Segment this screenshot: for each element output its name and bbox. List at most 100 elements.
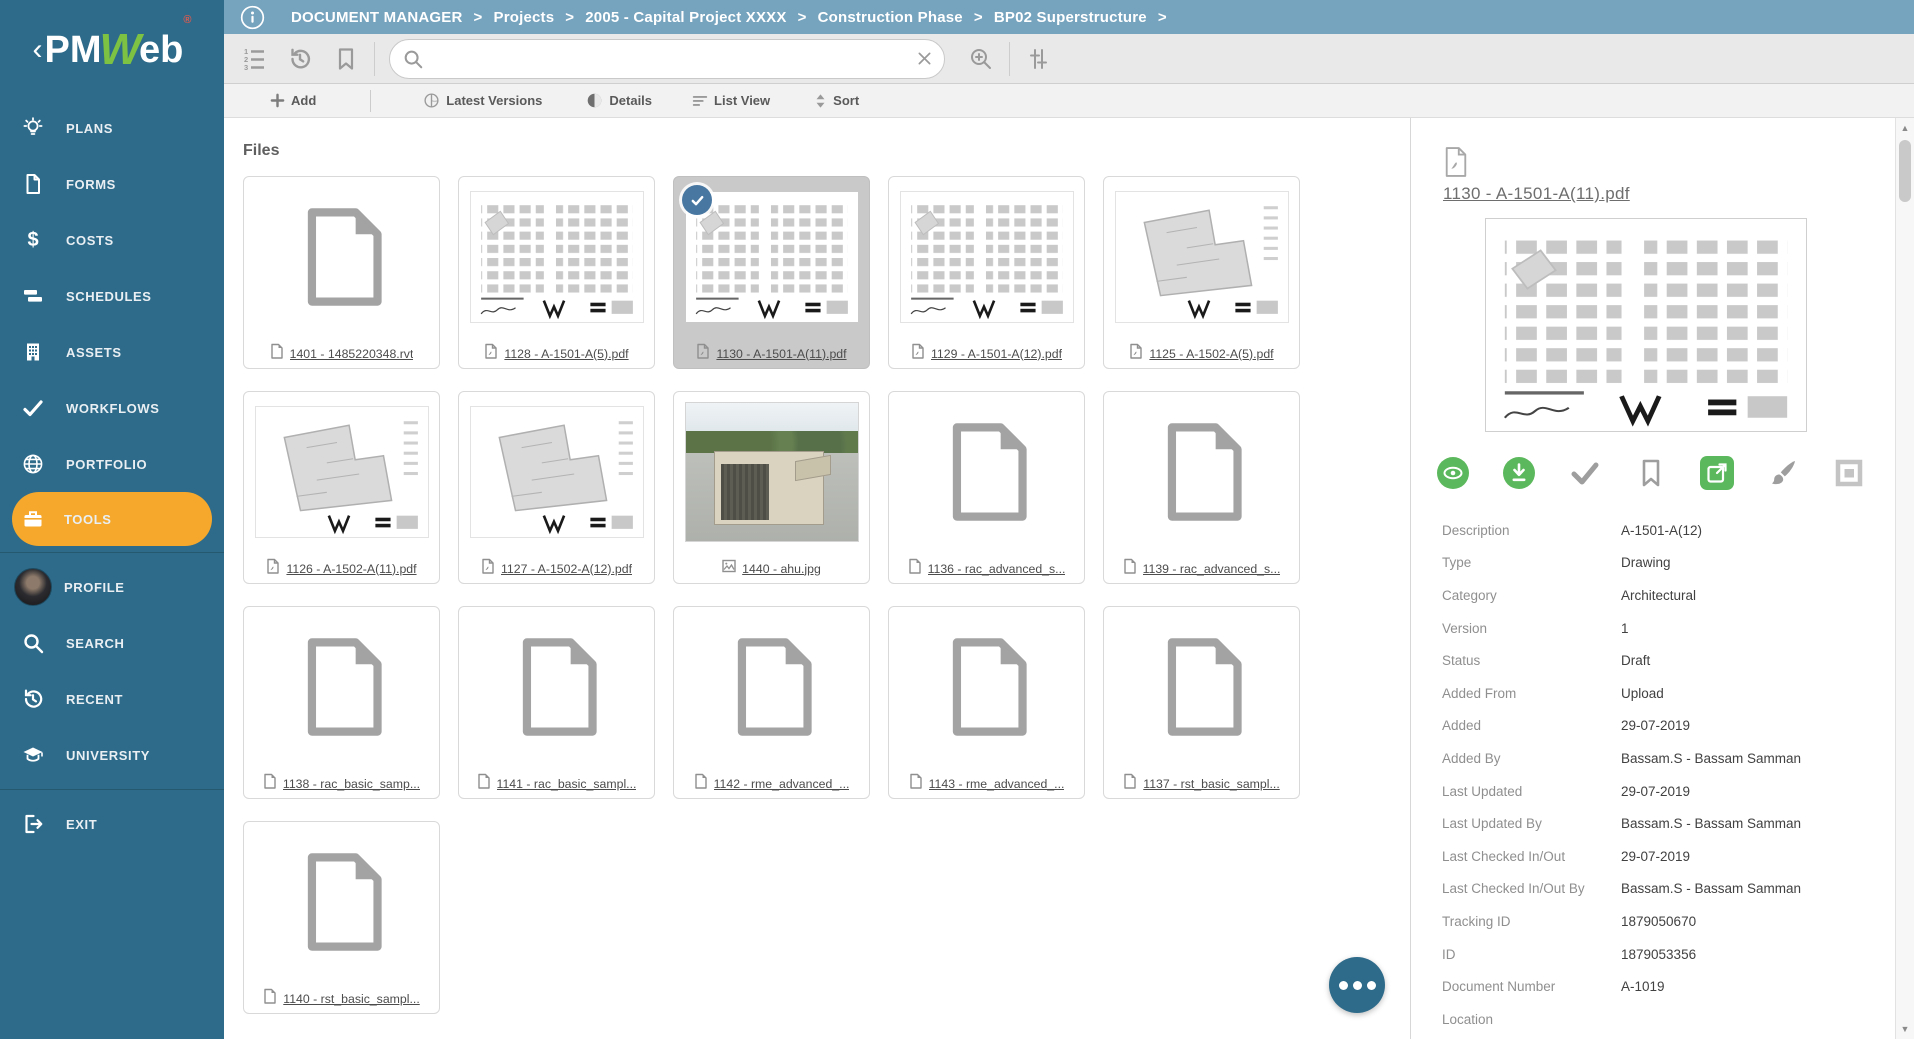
more-actions-button[interactable]: [1329, 957, 1385, 1013]
list-view-button[interactable]: List View: [692, 93, 770, 108]
breadcrumb-separator: >: [474, 9, 483, 26]
file-card[interactable]: 1401 - 1485220348.rvt: [243, 176, 440, 369]
download-button[interactable]: [1502, 456, 1536, 490]
filters-icon[interactable]: [1024, 45, 1052, 73]
file-link[interactable]: 1142 - rme_advanced_...: [714, 777, 850, 791]
markup-brush-button[interactable]: [1766, 456, 1800, 490]
breadcrumb-item[interactable]: Construction Phase: [818, 9, 963, 26]
vertical-scrollbar[interactable]: ▲ ▼: [1895, 118, 1914, 1039]
add-button[interactable]: Add: [270, 93, 316, 108]
sidebar-item-label: COSTS: [66, 233, 114, 248]
latest-versions-toggle[interactable]: Latest Versions: [423, 92, 542, 109]
breadcrumb-item[interactable]: BP02 Superstructure: [994, 9, 1147, 26]
field-row: Added ByBassam.S - Bassam Samman: [1442, 742, 1895, 775]
sidebar-item-profile[interactable]: PROFILE: [0, 559, 224, 615]
view-button[interactable]: [1436, 456, 1470, 490]
field-row: DescriptionA-1501-A(12): [1442, 514, 1895, 547]
file-link[interactable]: 1440 - ahu.jpg: [742, 562, 821, 576]
file-card[interactable]: 1440 - ahu.jpg: [673, 391, 870, 584]
sidebar-item-plans[interactable]: PLANS: [0, 100, 224, 156]
field-value: 29-07-2019: [1621, 849, 1690, 864]
file-card[interactable]: 1136 - rac_advanced_s...: [888, 391, 1085, 584]
file-link[interactable]: 1125 - A-1502-A(5).pdf: [1149, 347, 1273, 361]
scroll-down-icon[interactable]: ▼: [1896, 1021, 1914, 1037]
field-value: 1879050670: [1621, 914, 1696, 929]
details-panel: 1130 - A-1501-A(11).pdf DescriptionA-150…: [1410, 118, 1895, 1039]
file-card[interactable]: 1142 - rme_advanced_...: [673, 606, 870, 799]
file-card[interactable]: 1140 - rst_basic_sampl...: [243, 821, 440, 1014]
checkout-button[interactable]: [1568, 456, 1602, 490]
zoom-in-icon[interactable]: [967, 45, 995, 73]
scrollbar-thumb[interactable]: [1899, 140, 1911, 202]
lightbulb-icon: [20, 115, 46, 141]
breadcrumb-bar: DOCUMENT MANAGER > Projects > 2005 - Cap…: [224, 0, 1914, 34]
sidebar-item-search[interactable]: SEARCH: [0, 615, 224, 671]
file-link[interactable]: 1128 - A-1501-A(5).pdf: [504, 347, 628, 361]
pmweb-logo[interactable]: ‹PMWeb®: [0, 0, 224, 100]
sidebar-item-label: TOOLS: [64, 512, 112, 527]
sidebar-divider: [0, 789, 224, 790]
sidebar-item-recent[interactable]: RECENT: [0, 671, 224, 727]
file-card[interactable]: 1128 - A-1501-A(5).pdf: [458, 176, 655, 369]
scroll-up-icon[interactable]: ▲: [1896, 120, 1914, 136]
sidebar-item-assets[interactable]: ASSETS: [0, 324, 224, 380]
file-card[interactable]: 1127 - A-1502-A(12).pdf: [458, 391, 655, 584]
breadcrumb-item[interactable]: 2005 - Capital Project XXXX: [585, 9, 786, 26]
sort-button[interactable]: Sort: [814, 93, 859, 109]
file-link[interactable]: 1401 - 1485220348.rvt: [290, 347, 414, 361]
file-link[interactable]: 1136 - rac_advanced_s...: [928, 562, 1066, 576]
sidebar-item-exit[interactable]: EXIT: [0, 796, 224, 852]
file-link[interactable]: 1137 - rst_basic_sampl...: [1143, 777, 1279, 791]
file-card[interactable]: 1137 - rst_basic_sampl...: [1103, 606, 1300, 799]
breadcrumb-item[interactable]: DOCUMENT MANAGER: [291, 9, 463, 26]
file-card-selected[interactable]: 1130 - A-1501-A(11).pdf: [673, 176, 870, 369]
clear-search-icon[interactable]: [917, 51, 932, 66]
file-link[interactable]: 1127 - A-1502-A(12).pdf: [501, 562, 632, 576]
file-link[interactable]: 1141 - rac_basic_sampl...: [497, 777, 637, 791]
sidebar-item-workflows[interactable]: WORKFLOWS: [0, 380, 224, 436]
collapse-chevron-icon[interactable]: ‹: [33, 33, 43, 67]
open-external-button[interactable]: [1700, 456, 1734, 490]
files-area: Files 1401 - 1485220348.rvt 1128 - A-150…: [224, 118, 1410, 1039]
search-bar[interactable]: [389, 39, 945, 79]
field-row: Location: [1442, 1003, 1895, 1036]
toggle-on-icon: [586, 92, 603, 109]
sidebar-item-tools[interactable]: TOOLS: [12, 492, 212, 546]
search-input[interactable]: [434, 51, 917, 67]
info-icon[interactable]: [240, 5, 265, 30]
file-link[interactable]: 1129 - A-1501-A(12).pdf: [931, 347, 1062, 361]
bookmark-button[interactable]: [1634, 456, 1668, 490]
file-card[interactable]: 1126 - A-1502-A(11).pdf: [243, 391, 440, 584]
sidebar-item-label: EXIT: [66, 817, 97, 832]
gantt-bars-icon: [20, 283, 46, 309]
details-toggle[interactable]: Details: [586, 92, 652, 109]
file-link[interactable]: 1130 - A-1501-A(11).pdf: [716, 347, 846, 361]
file-card[interactable]: 1138 - rac_basic_samp...: [243, 606, 440, 799]
sidebar-item-label: FORMS: [66, 177, 116, 192]
sidebar-item-costs[interactable]: $ COSTS: [0, 212, 224, 268]
field-label: Status: [1442, 653, 1621, 668]
file-card[interactable]: 1141 - rac_basic_sampl...: [458, 606, 655, 799]
sidebar-item-forms[interactable]: FORMS: [0, 156, 224, 212]
file-card[interactable]: 1139 - rac_advanced_s...: [1103, 391, 1300, 584]
plus-icon: [270, 93, 285, 108]
sidebar-item-schedules[interactable]: SCHEDULES: [0, 268, 224, 324]
file-link[interactable]: 1143 - rme_advanced_...: [929, 777, 1065, 791]
sidebar-item-university[interactable]: UNIVERSITY: [0, 727, 224, 783]
breadcrumb-item[interactable]: Projects: [494, 9, 555, 26]
document-title-link[interactable]: 1130 - A-1501-A(11).pdf: [1443, 184, 1630, 204]
file-link[interactable]: 1138 - rac_basic_samp...: [283, 777, 420, 791]
document-preview[interactable]: [1485, 218, 1807, 432]
numbered-list-icon[interactable]: 123: [240, 45, 268, 73]
file-link[interactable]: 1140 - rst_basic_sampl...: [283, 992, 419, 1006]
file-card[interactable]: 1143 - rme_advanced_...: [888, 606, 1085, 799]
file-card[interactable]: 1125 - A-1502-A(5).pdf: [1103, 176, 1300, 369]
file-card[interactable]: 1129 - A-1501-A(12).pdf: [888, 176, 1085, 369]
sidebar-divider: [0, 552, 224, 553]
save-button[interactable]: [1832, 456, 1866, 490]
file-link[interactable]: 1139 - rac_advanced_s...: [1143, 562, 1281, 576]
file-link[interactable]: 1126 - A-1502-A(11).pdf: [286, 562, 416, 576]
bookmark-icon[interactable]: [332, 45, 360, 73]
history-icon[interactable]: [286, 45, 314, 73]
sidebar-item-portfolio[interactable]: PORTFOLIO: [0, 436, 224, 492]
